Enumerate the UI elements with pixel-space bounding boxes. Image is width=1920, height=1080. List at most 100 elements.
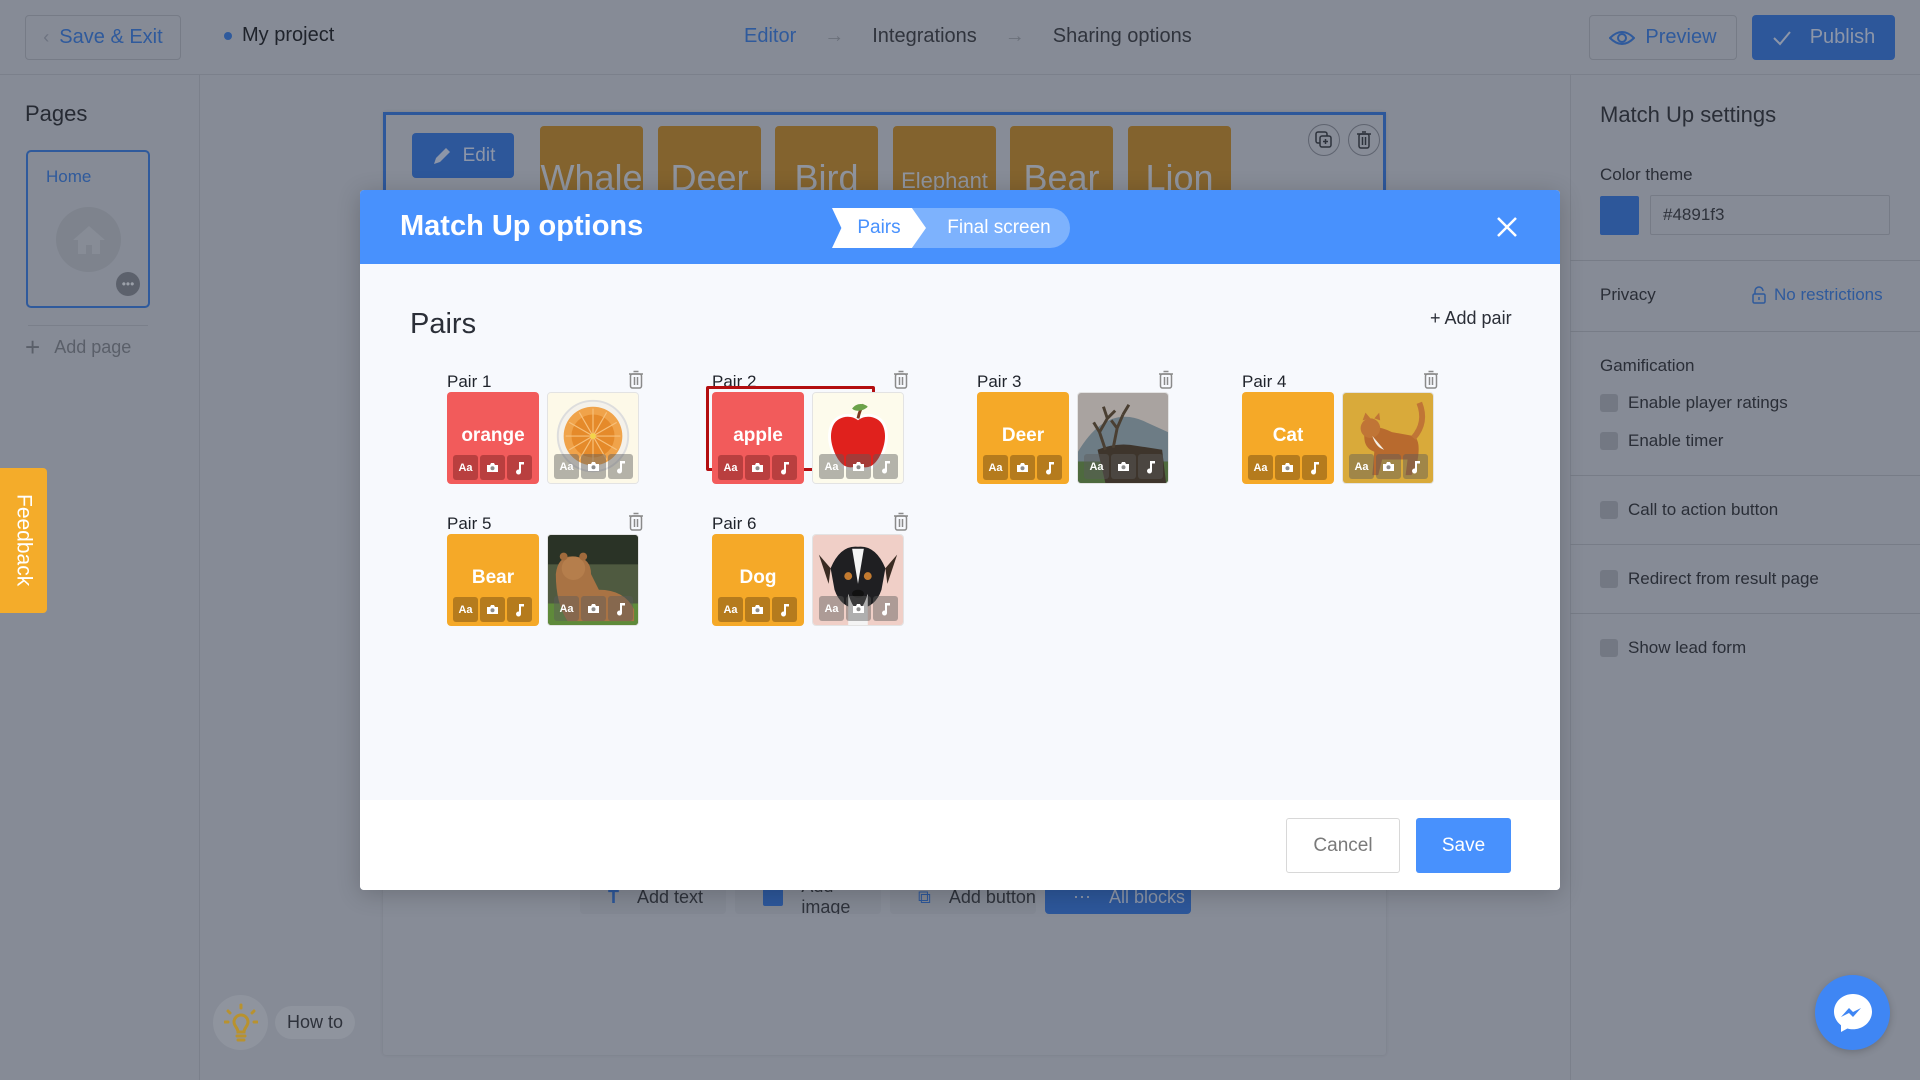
add-page-button[interactable]: + Add page bbox=[25, 332, 131, 363]
step-integrations[interactable]: Integrations bbox=[872, 25, 977, 48]
messenger-chat-button[interactable] bbox=[1815, 975, 1890, 1050]
close-icon[interactable] bbox=[1492, 212, 1522, 242]
text-format-icon[interactable]: Aa bbox=[554, 454, 579, 479]
music-note-icon[interactable] bbox=[608, 454, 633, 479]
trash-icon[interactable] bbox=[628, 512, 644, 532]
text-format-icon[interactable]: Aa bbox=[819, 596, 844, 621]
checkbox[interactable] bbox=[1600, 432, 1618, 450]
pair-image-tile-deer[interactable]: Aa bbox=[1077, 392, 1169, 484]
music-note-icon[interactable] bbox=[1037, 455, 1062, 480]
color-theme-input[interactable]: #4891f3 bbox=[1650, 195, 1890, 235]
checkbox[interactable] bbox=[1600, 639, 1618, 657]
show-lead-form-checkbox[interactable]: Show lead form bbox=[1600, 638, 1746, 658]
text-format-icon[interactable]: Aa bbox=[718, 597, 743, 622]
trash-icon[interactable] bbox=[1158, 370, 1174, 390]
pair-image-tile-bear[interactable]: Aa bbox=[547, 534, 639, 626]
how-to-button[interactable]: How to bbox=[275, 1006, 355, 1039]
project-name[interactable]: My project bbox=[224, 24, 334, 47]
enable-player-ratings-checkbox[interactable]: Enable player ratings bbox=[1600, 393, 1788, 413]
plus-icon: + bbox=[25, 332, 41, 362]
tile-tools: Aa bbox=[819, 596, 898, 621]
music-note-icon[interactable] bbox=[608, 596, 633, 621]
privacy-link[interactable]: No restrictions bbox=[1752, 285, 1883, 305]
camera-icon[interactable] bbox=[745, 455, 770, 480]
pair-card: Pair 5 Bear Aa Aa bbox=[447, 512, 647, 634]
enable-timer-checkbox[interactable]: Enable timer bbox=[1600, 431, 1723, 451]
music-note-icon[interactable] bbox=[1138, 454, 1163, 479]
page-card-home[interactable]: Home ••• bbox=[26, 150, 150, 308]
pair-word-tile[interactable]: Deer Aa bbox=[977, 392, 1069, 484]
tile-tools: Aa bbox=[819, 454, 898, 479]
camera-icon[interactable] bbox=[581, 596, 606, 621]
music-note-icon[interactable] bbox=[507, 455, 532, 480]
camera-icon[interactable] bbox=[581, 454, 606, 479]
step-sharing-options[interactable]: Sharing options bbox=[1053, 25, 1192, 48]
lightbulb-icon[interactable] bbox=[213, 995, 268, 1050]
camera-icon[interactable] bbox=[846, 454, 871, 479]
add-pair-button[interactable]: + Add pair bbox=[1430, 308, 1512, 329]
music-note-icon[interactable] bbox=[507, 597, 532, 622]
pair-card: Pair 3 Deer Aa Aa bbox=[977, 370, 1177, 492]
music-note-icon[interactable] bbox=[772, 597, 797, 622]
tile-tools: Aa bbox=[554, 596, 633, 621]
pages-title: Pages bbox=[25, 101, 88, 126]
text-format-icon[interactable]: Aa bbox=[554, 596, 579, 621]
pair-label: Pair 3 bbox=[977, 372, 1022, 391]
color-swatch[interactable] bbox=[1600, 196, 1639, 235]
checkbox[interactable] bbox=[1600, 570, 1618, 588]
music-note-icon[interactable] bbox=[873, 596, 898, 621]
pair-word-tile[interactable]: Dog Aa bbox=[712, 534, 804, 626]
camera-icon[interactable] bbox=[846, 596, 871, 621]
pair-image-tile-apple[interactable]: Aa bbox=[812, 392, 904, 484]
music-note-icon[interactable] bbox=[1403, 454, 1428, 479]
call-to-action-checkbox[interactable]: Call to action button bbox=[1600, 500, 1778, 520]
text-format-icon[interactable]: Aa bbox=[1248, 455, 1273, 480]
step-editor[interactable]: Editor bbox=[744, 25, 796, 48]
trash-icon[interactable] bbox=[1423, 370, 1439, 390]
trash-icon[interactable] bbox=[893, 370, 909, 390]
more-options-icon[interactable]: ••• bbox=[116, 272, 140, 296]
camera-icon[interactable] bbox=[1275, 455, 1300, 480]
pair-image-tile-orange[interactable]: Aa bbox=[547, 392, 639, 484]
redirect-checkbox[interactable]: Redirect from result page bbox=[1600, 569, 1819, 589]
text-format-icon[interactable]: Aa bbox=[453, 455, 478, 480]
camera-icon[interactable] bbox=[480, 597, 505, 622]
tab-pairs[interactable]: Pairs bbox=[832, 208, 926, 248]
camera-icon[interactable] bbox=[1376, 454, 1401, 479]
camera-icon[interactable] bbox=[1111, 454, 1136, 479]
checkbox[interactable] bbox=[1600, 394, 1618, 412]
text-format-icon[interactable]: Aa bbox=[453, 597, 478, 622]
music-note-icon[interactable] bbox=[1302, 455, 1327, 480]
checkbox[interactable] bbox=[1600, 501, 1618, 519]
cancel-button[interactable]: Cancel bbox=[1286, 818, 1400, 873]
pair-word-tile[interactable]: orange Aa bbox=[447, 392, 539, 484]
text-format-icon[interactable]: Aa bbox=[819, 454, 844, 479]
publish-button[interactable]: Publish bbox=[1752, 15, 1895, 60]
duplicate-icon[interactable] bbox=[1308, 124, 1340, 156]
pair-word-tile[interactable]: Bear Aa bbox=[447, 534, 539, 626]
save-exit-button[interactable]: ‹ Save & Exit bbox=[25, 15, 181, 60]
camera-icon[interactable] bbox=[745, 597, 770, 622]
save-button[interactable]: Save bbox=[1416, 818, 1511, 873]
pair-image-tile-dog[interactable]: Aa bbox=[812, 534, 904, 626]
pair-word: Dog bbox=[739, 567, 777, 588]
pair-word-tile[interactable]: apple Aa bbox=[712, 392, 804, 484]
text-format-icon[interactable]: Aa bbox=[983, 455, 1008, 480]
pair-word-tile[interactable]: Cat Aa bbox=[1242, 392, 1334, 484]
music-note-icon[interactable] bbox=[873, 454, 898, 479]
trash-icon[interactable] bbox=[1348, 124, 1380, 156]
tab-final-screen[interactable]: Final screen bbox=[912, 208, 1070, 248]
camera-icon[interactable] bbox=[1010, 455, 1035, 480]
privacy-label: Privacy bbox=[1600, 285, 1656, 304]
trash-icon[interactable] bbox=[628, 370, 644, 390]
feedback-tab[interactable]: Feedback bbox=[0, 468, 47, 613]
camera-icon[interactable] bbox=[480, 455, 505, 480]
pair-image-tile-cat[interactable]: Aa bbox=[1342, 392, 1434, 484]
preview-button[interactable]: Preview bbox=[1589, 15, 1737, 60]
text-format-icon[interactable]: Aa bbox=[718, 455, 743, 480]
edit-block-button[interactable]: Edit bbox=[412, 133, 514, 178]
music-note-icon[interactable] bbox=[772, 455, 797, 480]
text-format-icon[interactable]: Aa bbox=[1084, 454, 1109, 479]
trash-icon[interactable] bbox=[893, 512, 909, 532]
text-format-icon[interactable]: Aa bbox=[1349, 454, 1374, 479]
